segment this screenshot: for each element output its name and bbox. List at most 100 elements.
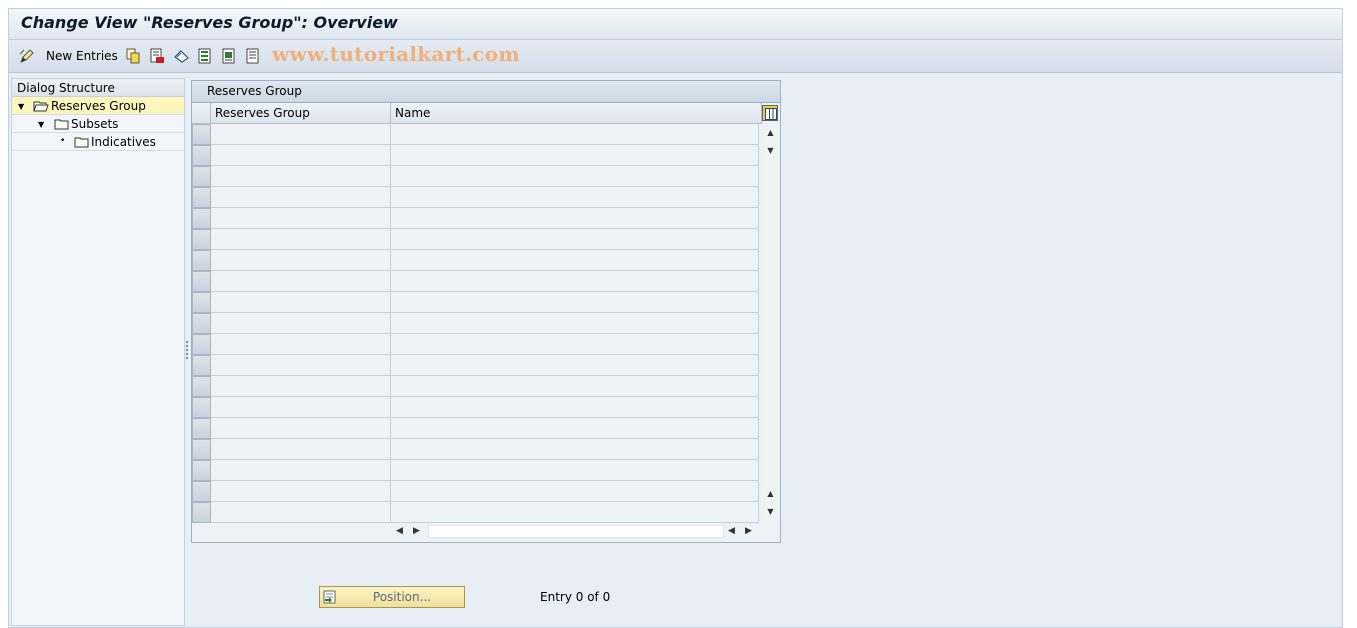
page-title: Change View "Reserves Group": Overview <box>21 13 398 32</box>
cell-name[interactable] <box>391 250 759 271</box>
folder-icon <box>74 136 89 151</box>
cell-reserves-group[interactable] <box>211 397 391 418</box>
cell-name[interactable] <box>391 166 759 187</box>
position-button[interactable]: Position... <box>319 586 465 608</box>
cell-reserves-group[interactable] <box>211 124 391 145</box>
horizontal-scrollbar[interactable] <box>428 525 724 538</box>
copy-icon[interactable] <box>125 47 141 65</box>
select-all-icon[interactable] <box>197 47 213 65</box>
folder-open-icon <box>33 100 49 115</box>
tree-item-label: Subsets <box>71 117 119 131</box>
cell-name[interactable] <box>391 292 759 313</box>
reserves-group-table-panel: Reserves Group Reserves Group Name ▲ ▼ ▲… <box>191 80 781 543</box>
tree-item-indicatives[interactable]: • Indicatives <box>12 133 184 151</box>
scroll-left-icon[interactable]: ◀ <box>728 522 735 540</box>
scroll-right-icon[interactable]: ▶ <box>413 522 420 540</box>
cell-name[interactable] <box>391 124 759 145</box>
dialog-structure-panel: Dialog Structure ▼ Reserves Group ▼ Subs… <box>11 78 185 626</box>
leaf-bullet-icon: • <box>60 136 66 146</box>
cell-name[interactable] <box>391 355 759 376</box>
cell-name[interactable] <box>391 334 759 355</box>
row-selector[interactable] <box>192 292 211 313</box>
row-selector[interactable] <box>192 355 211 376</box>
scroll-page-up-icon[interactable]: ▲ <box>762 485 779 502</box>
deselect-all-icon[interactable] <box>245 47 261 65</box>
row-selector[interactable] <box>192 334 211 355</box>
cell-name[interactable] <box>391 271 759 292</box>
cell-name[interactable] <box>391 460 759 481</box>
cell-reserves-group[interactable] <box>211 502 391 523</box>
table-grid: Reserves Group Name <box>192 103 762 523</box>
cell-reserves-group[interactable] <box>211 355 391 376</box>
scroll-down-icon[interactable]: ▼ <box>762 142 779 159</box>
cell-reserves-group[interactable] <box>211 292 391 313</box>
row-selector[interactable] <box>192 397 211 418</box>
cell-name[interactable] <box>391 397 759 418</box>
cell-name[interactable] <box>391 187 759 208</box>
row-selector[interactable] <box>192 313 211 334</box>
cell-name[interactable] <box>391 439 759 460</box>
cell-reserves-group[interactable] <box>211 250 391 271</box>
row-selector[interactable] <box>192 229 211 250</box>
vertical-scrollbar[interactable]: ▲ ▼ ▲ ▼ <box>762 124 779 520</box>
cell-reserves-group[interactable] <box>211 166 391 187</box>
sap-window: Change View "Reserves Group": Overview N… <box>8 8 1343 628</box>
cell-name[interactable] <box>391 376 759 397</box>
new-entries-button[interactable]: New Entries <box>46 49 118 63</box>
scroll-right-icon[interactable]: ▶ <box>745 522 752 540</box>
cell-name[interactable] <box>391 502 759 523</box>
tree-item-label: Indicatives <box>91 135 156 149</box>
cell-name[interactable] <box>391 418 759 439</box>
cell-reserves-group[interactable] <box>211 481 391 502</box>
cell-name[interactable] <box>391 481 759 502</box>
tree-item-reserves-group[interactable]: ▼ Reserves Group <box>12 97 184 115</box>
cell-name[interactable] <box>391 229 759 250</box>
expand-down-icon[interactable]: ▼ <box>38 120 44 129</box>
cell-name[interactable] <box>391 313 759 334</box>
cell-reserves-group[interactable] <box>211 376 391 397</box>
row-selector[interactable] <box>192 124 211 145</box>
cell-reserves-group[interactable] <box>211 229 391 250</box>
row-selector[interactable] <box>192 208 211 229</box>
cell-reserves-group[interactable] <box>211 145 391 166</box>
column-header-name[interactable]: Name <box>391 103 762 124</box>
select-all-rows-corner[interactable] <box>192 103 211 124</box>
select-block-icon[interactable] <box>221 47 237 65</box>
row-selector[interactable] <box>192 145 211 166</box>
row-selector[interactable] <box>192 418 211 439</box>
edit-icon[interactable] <box>18 47 36 65</box>
cell-reserves-group[interactable] <box>211 271 391 292</box>
scroll-up-icon[interactable]: ▲ <box>762 124 779 141</box>
cell-reserves-group[interactable] <box>211 208 391 229</box>
cell-reserves-group[interactable] <box>211 187 391 208</box>
row-selector[interactable] <box>192 250 211 271</box>
table-title: Reserves Group <box>192 81 780 103</box>
row-selector[interactable] <box>192 460 211 481</box>
tree-item-label: Reserves Group <box>51 99 146 113</box>
expand-down-icon[interactable]: ▼ <box>18 102 24 111</box>
row-selector[interactable] <box>192 271 211 292</box>
scroll-left-icon[interactable]: ◀ <box>396 522 403 540</box>
row-selector[interactable] <box>192 187 211 208</box>
cell-reserves-group[interactable] <box>211 334 391 355</box>
scroll-page-down-icon[interactable]: ▼ <box>762 503 779 520</box>
cell-name[interactable] <box>391 208 759 229</box>
column-header-reserves-group[interactable]: Reserves Group <box>211 103 391 124</box>
undo-icon[interactable] <box>172 47 190 65</box>
splitter-handle[interactable] <box>185 339 189 361</box>
row-selector[interactable] <box>192 481 211 502</box>
delete-icon[interactable] <box>149 47 165 65</box>
row-selector[interactable] <box>192 502 211 523</box>
cell-reserves-group[interactable] <box>211 460 391 481</box>
table-settings-icon[interactable] <box>762 105 778 121</box>
entry-counter: Entry 0 of 0 <box>540 590 611 604</box>
tree-item-subsets[interactable]: ▼ Subsets <box>12 115 184 133</box>
row-selector[interactable] <box>192 166 211 187</box>
cell-reserves-group[interactable] <box>211 313 391 334</box>
cell-reserves-group[interactable] <box>211 439 391 460</box>
row-selector[interactable] <box>192 376 211 397</box>
cell-reserves-group[interactable] <box>211 418 391 439</box>
dialog-structure-header: Dialog Structure <box>12 79 184 97</box>
cell-name[interactable] <box>391 145 759 166</box>
row-selector[interactable] <box>192 439 211 460</box>
